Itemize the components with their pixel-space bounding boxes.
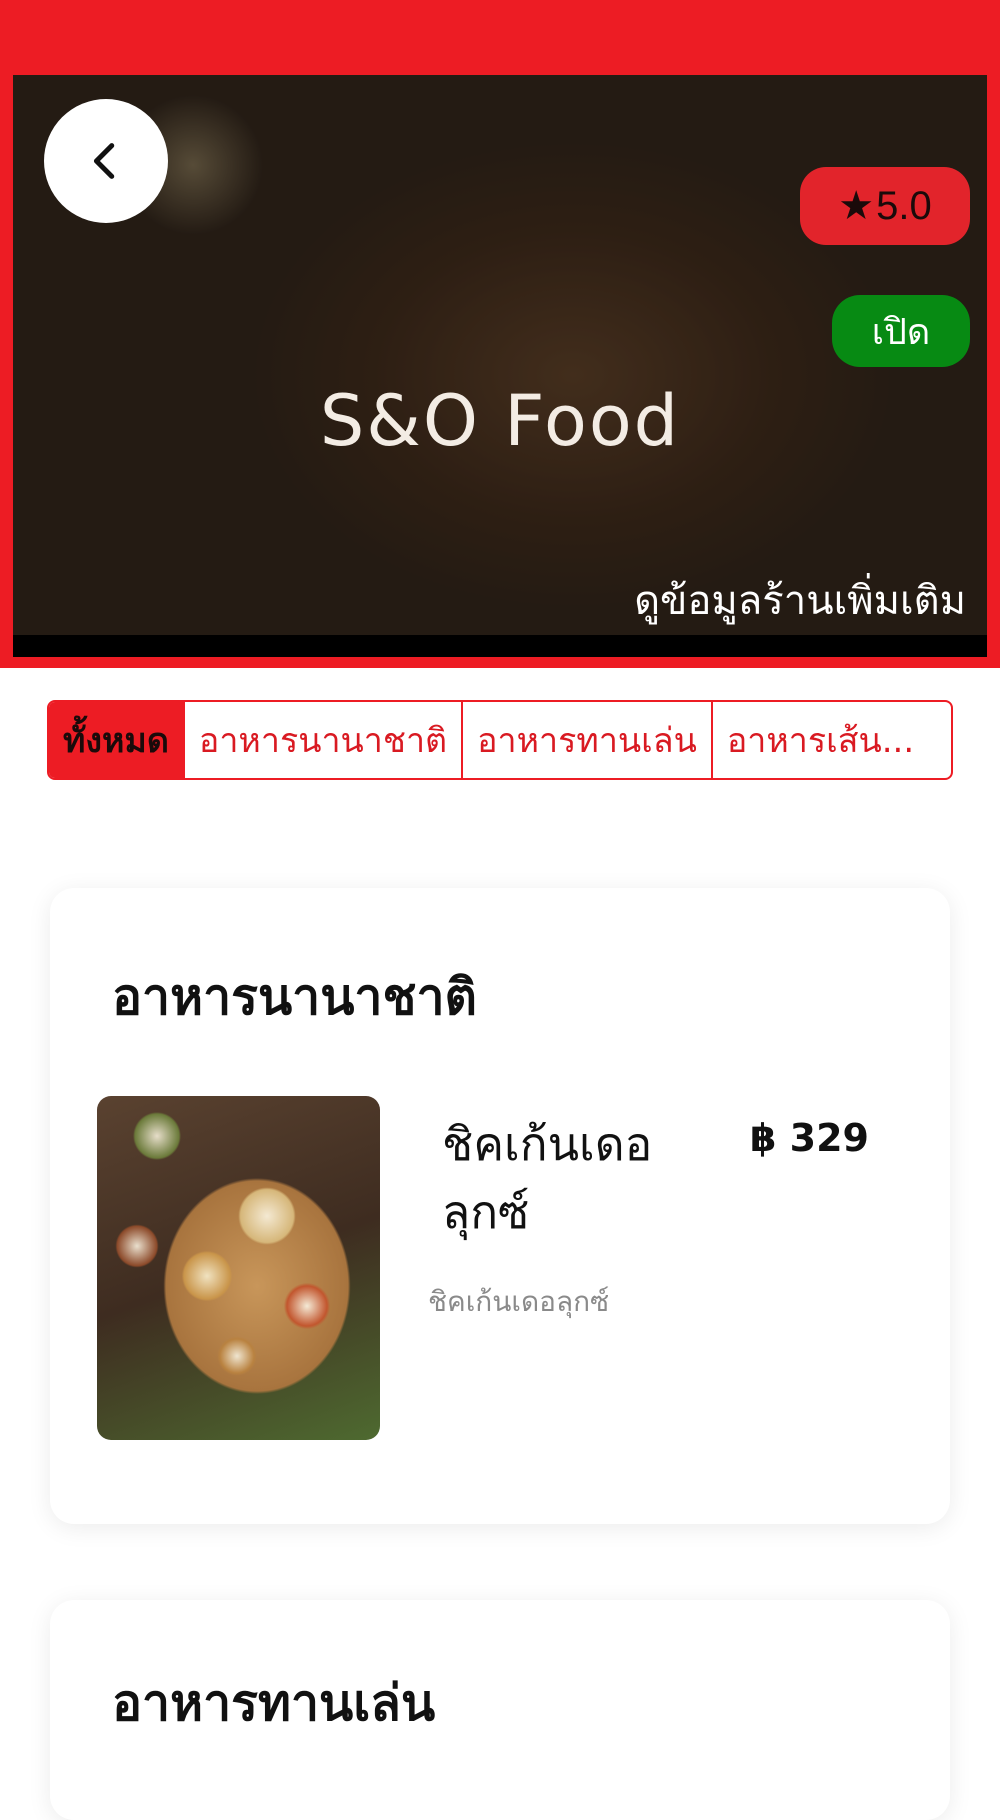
back-button[interactable] xyxy=(44,99,168,223)
tab-all[interactable]: ทั้งหมด xyxy=(49,702,185,778)
menu-section-card: อาหารนานาชาติ ชิคเก้นเดอลุกซ์ ฿ 329 ชิคเ… xyxy=(50,888,950,1524)
section-title: อาหารนานาชาติ xyxy=(112,968,477,1026)
menu-item-price: ฿ 329 xyxy=(750,1116,869,1160)
section-title: อาหารทานเล่น xyxy=(112,1674,436,1732)
store-name: S&O Food xyxy=(319,380,681,462)
tab-snacks[interactable]: อาหารทานเล่น xyxy=(463,702,713,778)
star-icon: ★ xyxy=(838,184,875,228)
menu-item-image[interactable] xyxy=(97,1096,380,1440)
tab-noodles[interactable]: อาหารเส้น... xyxy=(713,702,928,778)
chevron-left-icon xyxy=(93,143,115,179)
more-info-link[interactable]: ดูข้อมูลร้านเพิ่มเติม xyxy=(634,568,966,632)
menu-item-description: ชิคเก้นเดอลุกซ์ xyxy=(428,1285,610,1318)
category-tabs: ทั้งหมด อาหารนานาชาติ อาหารทานเล่น อาหาร… xyxy=(47,700,953,780)
menu-section-card: อาหารทานเล่น xyxy=(50,1600,950,1820)
rating-badge: ★ 5.0 xyxy=(800,167,970,245)
status-bar xyxy=(0,0,1000,75)
tab-international[interactable]: อาหารนานาชาติ xyxy=(185,702,464,778)
open-status-badge: เปิด xyxy=(832,295,970,367)
menu-item-name[interactable]: ชิคเก้นเดอลุกซ์ xyxy=(442,1110,702,1246)
rating-value: 5.0 xyxy=(876,183,932,228)
